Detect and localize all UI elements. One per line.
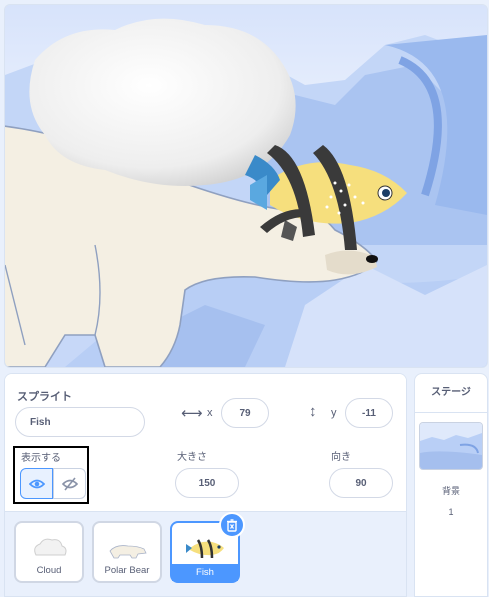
backdrop-label: 背景 [441,486,460,496]
trash-icon [227,518,237,532]
sprite-tile-label: Cloud [36,565,62,576]
sprite-tile-polar-bear[interactable]: Polar Bear [92,521,162,583]
x-input[interactable]: 79 [221,398,269,428]
horizontal-arrows-icon: ⟷ [181,405,203,422]
direction-input[interactable]: 90 [329,468,393,498]
backdrop-thumbnail[interactable] [419,422,483,470]
y-label: y [331,407,337,419]
show-label: 表示する [21,453,61,464]
backdrop-image [420,423,482,469]
sprite-tile-cloud[interactable]: Cloud [14,521,84,583]
size-label: 大きさ [177,452,207,463]
size-input[interactable]: 150 [175,468,239,498]
sprite-name-input[interactable]: Fish [15,407,145,437]
sprite-tile-label: Fish [172,564,238,581]
y-input[interactable]: -11 [345,398,393,428]
cloud-thumbnail [34,538,67,556]
eye-icon [28,479,45,488]
visibility-group: 表示する [13,446,89,504]
vertical-arrows-icon: ↕ [309,403,317,420]
direction-label: 向き [331,452,351,463]
sprite-tile-label: Polar Bear [104,565,150,576]
eye-off-icon [61,476,78,491]
sprite-heading: スプライト [17,391,72,403]
hide-sprite-button[interactable] [53,468,86,499]
x-label: x [207,407,213,419]
stage-selector-panel[interactable]: ステージ 背景 1 [414,373,488,597]
sprite-info-panel: スプライト Fish ⟷ x 79 ↕ y -11 表示する 大きさ 150 向… [4,373,407,597]
sprite-list: Cloud Polar Bear Fish [5,511,406,596]
sprite-info: スプライト Fish ⟷ x 79 ↕ y -11 表示する 大きさ 150 向… [5,374,406,511]
stage-heading: ステージ [415,374,487,413]
polar-bear-thumbnail [109,545,147,559]
backdrop-count: 1 [448,507,454,517]
show-sprite-button[interactable] [20,468,53,499]
delete-sprite-button[interactable] [219,512,245,538]
stage-canvas[interactable] [4,4,488,368]
